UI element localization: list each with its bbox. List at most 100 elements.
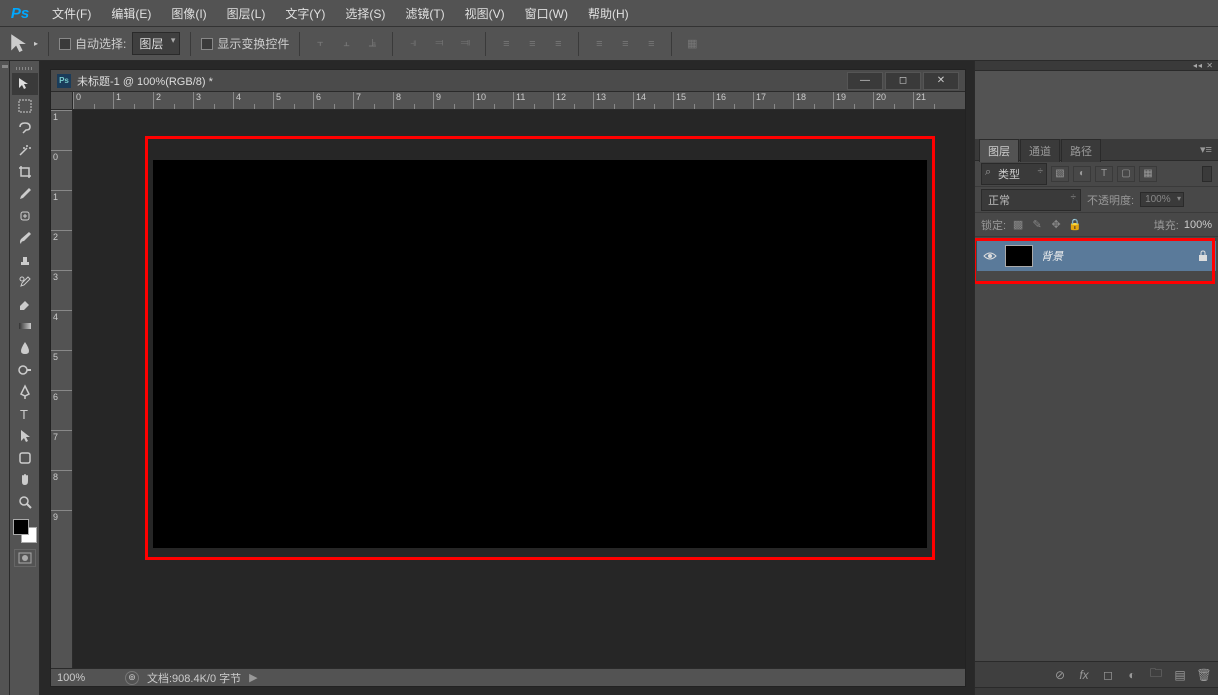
brush-tool[interactable] (12, 227, 38, 249)
filter-pixel-icon[interactable]: ▧ (1051, 166, 1069, 182)
document-titlebar[interactable]: Ps 未标题-1 @ 100%(RGB/8) * — ◻ ✕ (51, 70, 965, 92)
eyedropper-tool[interactable] (12, 183, 38, 205)
ruler-origin[interactable] (51, 92, 73, 110)
menu-layer[interactable]: 图层(L) (217, 2, 276, 25)
align-vcenter-icon[interactable]: ⫠ (336, 34, 356, 54)
lock-label: 锁定: (981, 217, 1006, 233)
tab-layers[interactable]: 图层 (979, 139, 1019, 162)
lock-transparency-icon[interactable]: ▩ (1011, 218, 1025, 232)
divider (190, 32, 191, 56)
lock-all-icon[interactable]: 🔒 (1068, 218, 1082, 232)
panel-resize-strip[interactable] (975, 687, 1218, 695)
vertical-ruler[interactable]: 10123456789 (51, 110, 73, 668)
color-swatches[interactable] (13, 519, 37, 543)
document-status-bar: 100% ⊚ 文档:908.4K/0 字节 ▶ (51, 668, 965, 686)
distribute-vcenter-icon[interactable]: ≡ (522, 34, 542, 54)
window-close-button[interactable]: ✕ (923, 72, 959, 90)
lock-position-icon[interactable]: ✥ (1049, 218, 1063, 232)
opacity-input[interactable]: 100% (1140, 192, 1184, 207)
menu-edit[interactable]: 编辑(E) (101, 2, 161, 25)
layer-group-icon[interactable]: 🗀 (1148, 667, 1164, 683)
layer-filter-kind-dropdown[interactable]: 类型 (981, 163, 1047, 185)
crop-tool[interactable] (12, 161, 38, 183)
blur-tool[interactable] (12, 337, 38, 359)
delete-layer-icon[interactable]: 🗑 (1196, 667, 1212, 683)
filter-toggle[interactable] (1202, 166, 1212, 182)
hand-tool[interactable] (12, 469, 38, 491)
adjustment-layer-icon[interactable]: ◐ (1124, 667, 1140, 683)
fill-input[interactable]: 100% (1184, 219, 1212, 231)
clone-stamp-tool[interactable] (12, 249, 38, 271)
align-hcenter-icon[interactable]: ⫤ (429, 34, 449, 54)
canvas-viewport[interactable] (73, 110, 965, 668)
tab-paths[interactable]: 路径 (1061, 139, 1101, 162)
layer-style-icon[interactable]: fx (1076, 667, 1092, 683)
status-menu-arrow-icon[interactable]: ▶ (249, 671, 257, 684)
align-left-icon[interactable]: ⫣ (403, 34, 423, 54)
align-top-icon[interactable]: ⫟ (310, 34, 330, 54)
pen-tool[interactable] (12, 381, 38, 403)
panel-menu-icon[interactable]: ▾≡ (1198, 143, 1214, 156)
menu-view[interactable]: 视图(V) (455, 2, 515, 25)
menu-select[interactable]: 选择(S) (335, 2, 395, 25)
filter-shape-icon[interactable]: ▢ (1117, 166, 1135, 182)
blend-mode-dropdown[interactable]: 正常 (981, 189, 1081, 211)
horizontal-ruler[interactable]: 0123456789101112131415161718192021 (73, 92, 965, 110)
menu-type[interactable]: 文字(Y) (275, 2, 335, 25)
magic-wand-tool[interactable] (12, 139, 38, 161)
layer-mask-icon[interactable]: ◻ (1100, 667, 1116, 683)
canvas[interactable] (153, 160, 927, 548)
checkbox-icon (201, 38, 213, 50)
distribute-top-icon[interactable]: ≡ (496, 34, 516, 54)
tab-channels[interactable]: 通道 (1020, 139, 1060, 162)
move-tool[interactable] (12, 73, 38, 95)
checkbox-icon (59, 38, 71, 50)
history-brush-tool[interactable] (12, 271, 38, 293)
type-tool[interactable]: T (12, 403, 38, 425)
filter-adjustment-icon[interactable]: ◐ (1073, 166, 1091, 182)
auto-align-icon[interactable]: ▦ (682, 34, 702, 54)
distribute-right-icon[interactable]: ≡ (641, 34, 661, 54)
eraser-tool[interactable] (12, 293, 38, 315)
menu-filter[interactable]: 滤镜(T) (395, 2, 454, 25)
toolbox-grip[interactable] (12, 65, 38, 71)
filter-smart-icon[interactable]: ▦ (1139, 166, 1157, 182)
distribute-left-icon[interactable]: ≡ (589, 34, 609, 54)
menu-window[interactable]: 窗口(W) (515, 2, 578, 25)
lock-pixels-icon[interactable]: ✎ (1030, 218, 1044, 232)
distribute-bottom-icon[interactable]: ≡ (548, 34, 568, 54)
show-transform-checkbox[interactable]: 显示变换控件 (201, 35, 289, 52)
zoom-level[interactable]: 100% (57, 672, 117, 684)
foreground-color-swatch[interactable] (13, 519, 29, 535)
window-minimize-button[interactable]: — (847, 72, 883, 90)
quick-mask-toggle[interactable] (14, 549, 36, 567)
marquee-tool[interactable] (12, 95, 38, 117)
menu-file[interactable]: 文件(F) (42, 2, 101, 25)
link-layers-icon[interactable]: ⊘ (1052, 667, 1068, 683)
menu-image[interactable]: 图像(I) (161, 2, 216, 25)
info-icon[interactable]: ⊚ (125, 671, 139, 685)
filter-type-icon[interactable]: T (1095, 166, 1113, 182)
window-maximize-button[interactable]: ◻ (885, 72, 921, 90)
menu-help[interactable]: 帮助(H) (578, 2, 639, 25)
document-workspace: Ps 未标题-1 @ 100%(RGB/8) * — ◻ ✕ 012345678… (40, 61, 974, 695)
lasso-tool[interactable] (12, 117, 38, 139)
healing-brush-tool[interactable] (12, 205, 38, 227)
document-size-info[interactable]: 文档:908.4K/0 字节 (147, 670, 241, 686)
layers-panel-header: 图层 通道 路径 ▾≡ (975, 139, 1218, 161)
svg-text:T: T (20, 407, 28, 422)
align-bottom-icon[interactable]: ⫡ (362, 34, 382, 54)
left-collapsed-panel-gutter[interactable] (0, 61, 10, 695)
layers-panel-footer: ⊘ fx ◻ ◐ 🗀 ▤ 🗑 (975, 661, 1218, 687)
distribute-hcenter-icon[interactable]: ≡ (615, 34, 635, 54)
auto-select-checkbox[interactable]: 自动选择: (59, 35, 126, 52)
shape-tool[interactable] (12, 447, 38, 469)
dodge-tool[interactable] (12, 359, 38, 381)
align-right-icon[interactable]: ⫥ (455, 34, 475, 54)
gradient-tool[interactable] (12, 315, 38, 337)
auto-select-target-dropdown[interactable]: 图层 (132, 32, 180, 55)
path-selection-tool[interactable] (12, 425, 38, 447)
collapsed-panel-strip[interactable]: ◂◂ ✕ (975, 61, 1218, 71)
zoom-tool[interactable] (12, 491, 38, 513)
new-layer-icon[interactable]: ▤ (1172, 667, 1188, 683)
